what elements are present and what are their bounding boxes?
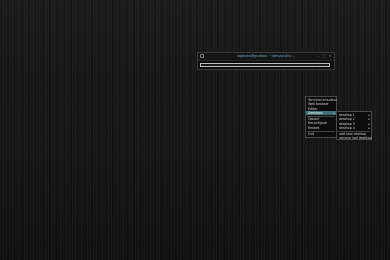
window-titlebar[interactable]: wgjacko@godbox: ~/dev/src/lib/... – □ ✕: [198, 53, 334, 61]
desktops-submenu: desktop 1 ▸ desktop 2 ▸ desktop 3 ▸ desktop…: [336, 111, 372, 140]
maximize-icon[interactable]: □: [322, 54, 326, 58]
terminal-window[interactable]: wgjacko@godbox: ~/dev/src/lib/... – □ ✕: [197, 52, 335, 70]
submenu-item-remove-desktop[interactable]: remove last desktop: [337, 136, 372, 141]
submenu-arrow-icon: ▸: [333, 110, 335, 115]
menu-item-label: Exit: [308, 132, 315, 137]
menu-item-desktops[interactable]: Desktops ▸: [306, 110, 336, 116]
root-menu: Terminal emulator Web browser Editor Des…: [305, 96, 337, 138]
close-icon[interactable]: ✕: [328, 54, 332, 58]
submenu-item-desktop-4[interactable]: desktop 4 ▸: [337, 126, 371, 130]
desktop-background[interactable]: wgjacko@godbox: ~/dev/src/lib/... – □ ✕ …: [0, 0, 390, 260]
window-title: wgjacko@godbox: ~/dev/src/lib/...: [237, 54, 295, 58]
minimize-icon[interactable]: –: [316, 54, 320, 58]
menu-item-label: Restart: [308, 125, 320, 130]
window-menu-icon[interactable]: [200, 54, 204, 58]
menu-item-label: Desktops: [308, 110, 323, 115]
terminal-content-area[interactable]: [200, 63, 330, 67]
submenu-arrow-icon: ▸: [368, 125, 370, 130]
menu-item-restart[interactable]: Restart: [306, 126, 336, 130]
menu-item-exit[interactable]: Exit: [306, 132, 336, 136]
submenu-item-label: desktop 4: [339, 125, 355, 130]
submenu-item-label: remove last desktop: [339, 136, 372, 141]
